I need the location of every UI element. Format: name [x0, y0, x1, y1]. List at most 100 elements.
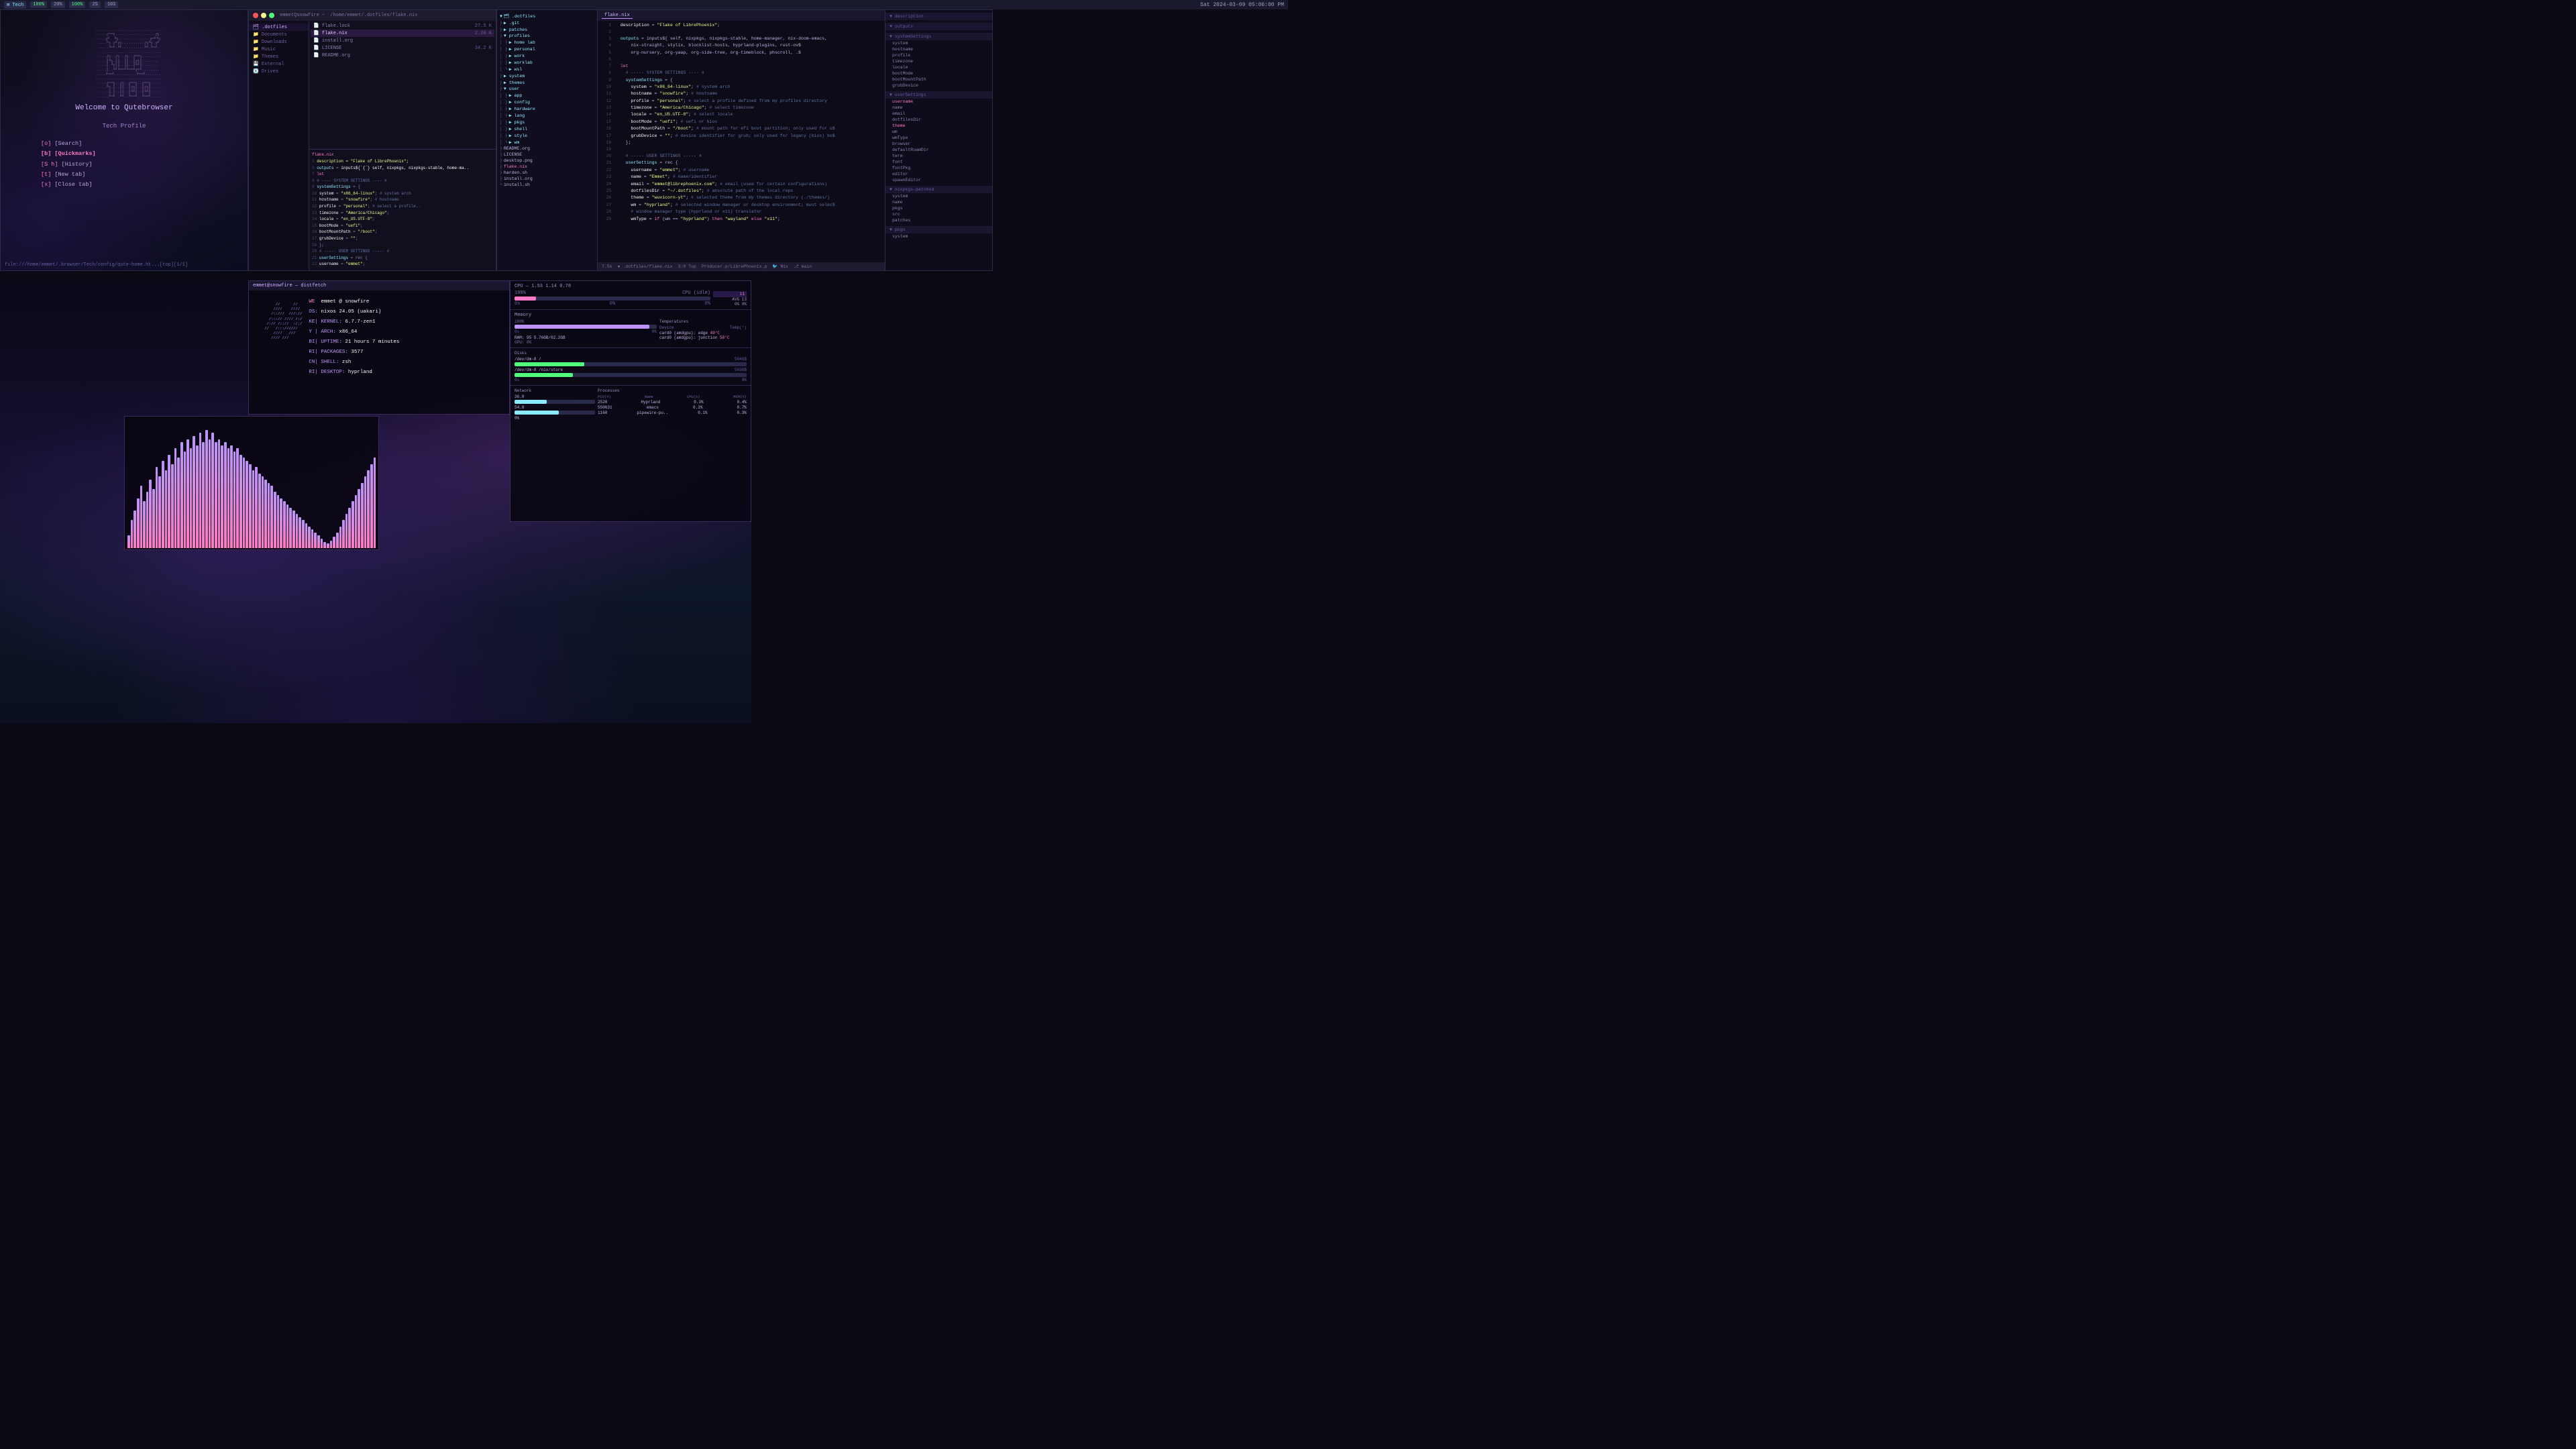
rp-item-locale[interactable]: locale	[885, 64, 992, 70]
rp-item-np-system[interactable]: system	[885, 193, 992, 199]
tree-hardware[interactable]: │ ├ ▶ hardware	[497, 105, 597, 112]
tree-app[interactable]: │ ├ ▶ app	[497, 92, 597, 99]
rp-item-hostname[interactable]: hostname	[885, 46, 992, 52]
rp-item-np-name[interactable]: name	[885, 199, 992, 205]
tree-homelab[interactable]: │ ├ ▶ home lab	[497, 39, 597, 46]
rp-item-defaultroamdir[interactable]: defaultRoamDir	[885, 147, 992, 153]
fm-file-license[interactable]: 📄 LICENSE 34.2 K	[311, 44, 494, 52]
fm-sidebar-themes[interactable]: 📁 Themes	[249, 53, 309, 60]
rp-header-description[interactable]: ▼ description	[885, 13, 992, 20]
rp-header-nixpkgs[interactable]: ▼ nixpkgs-patched	[885, 186, 992, 193]
viz-bar	[292, 511, 295, 548]
viz-bar	[323, 542, 326, 548]
fm-maximize-btn[interactable]	[269, 13, 274, 18]
tree-git[interactable]: ├ ▶ .git	[497, 19, 597, 26]
browser-subtitle: Tech Profile	[1, 123, 248, 129]
rp-header-systemsettings[interactable]: ▼ systemSettings	[885, 33, 992, 40]
fm-close-btn[interactable]	[253, 13, 258, 18]
rp-header-pkgs[interactable]: ▼ pkgs	[885, 226, 992, 233]
fm-sidebar[interactable]: 🗂 .dotfiles 📁 Documents 📁 Downloads 📁 Mu…	[249, 21, 309, 270]
fm-file-flakelock[interactable]: 📄 flake.lock 27.5 K	[311, 22, 494, 30]
fm-file-flakenix[interactable]: 📄 flake.nix 2.20 K	[311, 30, 494, 37]
tree-personal[interactable]: │ ├ ▶ personal	[497, 46, 597, 52]
rp-item-np-pkgs[interactable]: pkgs	[885, 205, 992, 211]
tree-worklab[interactable]: │ ├ ▶ worklab	[497, 59, 597, 66]
tree-pkgs[interactable]: │ ├ ▶ pkgs	[497, 119, 597, 125]
tree-flakenix[interactable]: ├ flake.nix	[497, 164, 597, 170]
tree-lang[interactable]: │ ├ ▶ lang	[497, 112, 597, 119]
editor-code[interactable]: 1 description = "Flake of LibrePhoenix";…	[598, 21, 885, 262]
browser-menu-close[interactable]: [x] [Close tab]	[41, 180, 207, 190]
rp-item-bootmountpath[interactable]: bootMountPath	[885, 76, 992, 83]
fm-sidebar-documents[interactable]: 📁 Documents	[249, 31, 309, 38]
editor-tab-flakenix[interactable]: flake.nix	[602, 13, 633, 19]
rp-item-system[interactable]: system	[885, 40, 992, 46]
rp-item-profile[interactable]: profile	[885, 52, 992, 58]
rp-item-browser[interactable]: browser	[885, 141, 992, 147]
rp-item-email[interactable]: email	[885, 111, 992, 117]
tree-style[interactable]: │ ├ ▶ style	[497, 132, 597, 139]
tree-license[interactable]: ├ LICENSE	[497, 152, 597, 158]
fm-sidebar-dotfiles[interactable]: 🗂 .dotfiles	[249, 23, 309, 31]
browser-menu-search[interactable]: [o] [Search]	[41, 139, 207, 149]
fm-sidebar-drives[interactable]: 💽 Drives	[249, 68, 309, 75]
rp-item-spawneditor[interactable]: spawnEditor	[885, 177, 992, 183]
neofetch-body: // // //// //// /::/// ///:// /:::// ///…	[249, 290, 509, 384]
rp-item-name[interactable]: name	[885, 105, 992, 111]
editor-right-panel[interactable]: ▼ description ▼ outputs ▼ systemSettings…	[885, 10, 992, 270]
fm-file-readmeorg[interactable]: 📄 README.org	[311, 52, 494, 59]
viz-bar	[246, 461, 248, 548]
rp-item-theme[interactable]: theme	[885, 123, 992, 129]
rp-item-font[interactable]: font	[885, 159, 992, 165]
tree-hardensh[interactable]: ├ harden.sh	[497, 170, 597, 176]
tree-system[interactable]: ├ ▶ system	[497, 72, 597, 79]
code-line: 10 system = "x86_64-linux"; # system arc…	[312, 191, 493, 197]
viz-bar	[230, 445, 233, 548]
browser-menu-newtab[interactable]: [t] [New tab]	[41, 170, 207, 180]
neo-os: OS: nixos 24.05 (uakari)	[309, 307, 502, 317]
tree-themes[interactable]: ├ ▶ themes	[497, 79, 597, 86]
rp-item-bootmode[interactable]: bootMode	[885, 70, 992, 76]
tree-readmeorg[interactable]: ├ README.org	[497, 146, 597, 152]
rp-header-outputs[interactable]: ▼ outputs	[885, 23, 992, 30]
tree-work[interactable]: │ ├ ▶ work	[497, 52, 597, 59]
rp-item-np-patches[interactable]: patches	[885, 217, 992, 223]
rp-item-editor[interactable]: editor	[885, 171, 992, 177]
tree-installorg[interactable]: ├ install.org	[497, 176, 597, 182]
browser-menu-history[interactable]: [S h] [History]	[41, 160, 207, 170]
tree-wm[interactable]: │ └ ▶ wm	[497, 139, 597, 146]
browser-content: Welcome to Qutebrowser Tech Profile [o] …	[1, 104, 248, 190]
rp-item-dotfilesdir[interactable]: dotfilesDir	[885, 117, 992, 123]
fm-sidebar-external[interactable]: 💾 External	[249, 60, 309, 68]
editor-filetree[interactable]: ▼ 🗂 .dotfiles ├ ▶ .git ├ ▶ patches ├ ▼ p…	[497, 10, 598, 270]
tree-shell[interactable]: │ ├ ▶ shell	[497, 125, 597, 132]
browser-menu-quickmarks[interactable]: [b] [Quickmarks]	[41, 149, 207, 159]
rp-item-wm[interactable]: wm	[885, 129, 992, 135]
rp-header-usersettings[interactable]: ▼ userSettings	[885, 91, 992, 99]
tree-installsh[interactable]: └ install.sh	[497, 182, 597, 188]
rp-item-timezone[interactable]: timezone	[885, 58, 992, 64]
tree-wsl[interactable]: │ └ ▶ wsl	[497, 66, 597, 72]
fm-sidebar-downloads[interactable]: 📁 Downloads	[249, 38, 309, 46]
viz-bar	[308, 527, 311, 548]
rp-item-fontpkg[interactable]: fontPkg	[885, 165, 992, 171]
tree-config[interactable]: │ ├ ▶ config	[497, 99, 597, 105]
tree-desktoppng[interactable]: ├ desktop.png	[497, 158, 597, 164]
fm-sidebar-music[interactable]: 📁 Music	[249, 46, 309, 53]
tree-profiles[interactable]: ├ ▼ profiles	[497, 33, 597, 39]
rp-item-wmtype[interactable]: wmType	[885, 135, 992, 141]
fm-minimize-btn[interactable]	[261, 13, 266, 18]
editor-tabs[interactable]: flake.nix	[598, 10, 885, 21]
rp-item-np-src[interactable]: src	[885, 211, 992, 217]
topbar-tag-20: 20%	[51, 1, 65, 8]
viz-bar	[280, 498, 282, 548]
tree-user[interactable]: ├ ▼ user	[497, 86, 597, 92]
tree-patches[interactable]: ├ ▶ patches	[497, 26, 597, 33]
rp-item-grubdevice[interactable]: grubDevice	[885, 83, 992, 89]
rp-item-username[interactable]: username	[885, 99, 992, 105]
fm-file-installorg[interactable]: 📄 install.org	[311, 37, 494, 44]
rp-item-pkgs-system[interactable]: system	[885, 233, 992, 239]
fm-filelist[interactable]: 📄 flake.lock 27.5 K 📄 flake.nix 2.20 K 📄…	[309, 21, 496, 149]
rp-item-term[interactable]: term	[885, 153, 992, 159]
editor-status-mode: Producer.p/LibrePhoenix.p	[702, 264, 767, 269]
